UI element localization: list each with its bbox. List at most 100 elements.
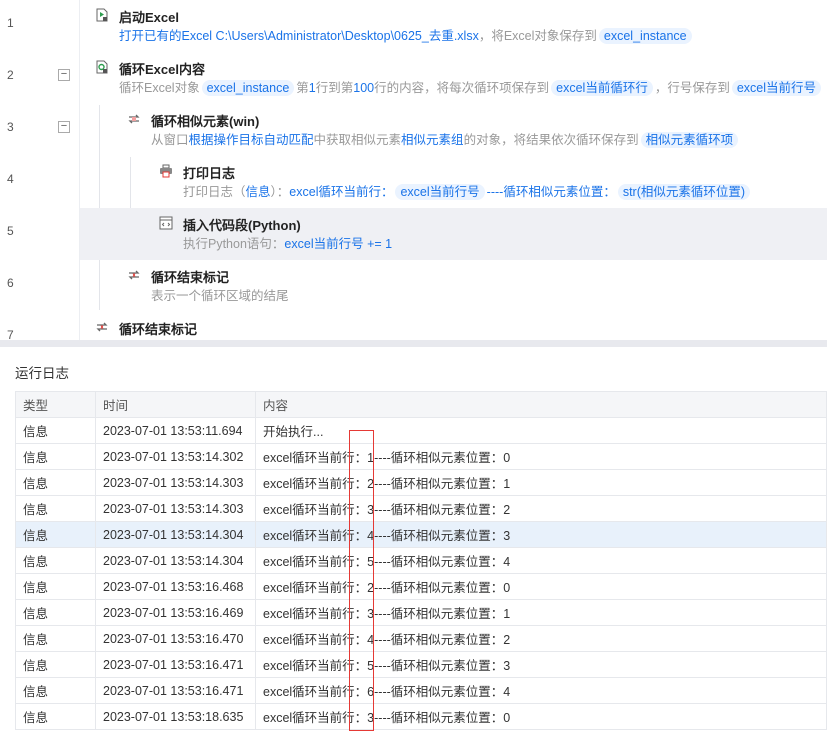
col-type[interactable]: 类型 (15, 391, 96, 418)
desc-text: 打印日志（ (183, 185, 246, 199)
desc-text: 从窗口 (151, 133, 189, 147)
param-link[interactable]: 信息 (246, 185, 271, 199)
param-link[interactable]: 根据操作目标自动匹配 (189, 133, 314, 147)
panel-splitter[interactable] (0, 340, 827, 347)
log-row[interactable]: 信息 2023-07-01 13:53:16.469 excel循环当前行：3---… (15, 599, 827, 626)
log-type: 信息 (15, 625, 96, 652)
log-row[interactable]: 信息 2023-07-01 13:53:16.470 excel循环当前行：4---… (15, 625, 827, 652)
step-description: 执行Python语句：excel当前行号 += 1 (183, 233, 392, 252)
log-time: 2023-07-01 13:53:11.694 (95, 417, 256, 444)
col-time[interactable]: 时间 (95, 391, 256, 418)
code-icon (159, 216, 173, 230)
variable-chip[interactable]: excel_instance (201, 80, 295, 96)
variable-chip[interactable]: excel当前行号 (395, 184, 485, 200)
collapse-toggle[interactable]: − (58, 121, 70, 133)
log-header-row: 类型 时间 内容 (15, 391, 827, 418)
flow-editor: − − 1 2 3 4 5 6 7 启动Excel 打开已有的Excel C:\Users\Ad… (0, 0, 827, 340)
variable-chip[interactable]: excel当前行号 (731, 80, 822, 96)
collapse-toggle[interactable]: − (58, 69, 70, 81)
log-row[interactable]: 信息 2023-07-01 13:53:14.304 excel循环当前行：5---… (15, 547, 827, 574)
log-content: excel循环当前行：2----循环相似元素位置：1 (255, 469, 827, 496)
excel-loop-icon (95, 60, 109, 74)
log-time: 2023-07-01 13:53:14.304 (95, 521, 256, 548)
desc-text: 中获取相似元素 (313, 133, 402, 147)
flow-step[interactable]: 打印日志 打印日志（信息）：excel循环当前行： excel当前行号 ----循环相… (80, 156, 827, 208)
flow-step[interactable]: 循环Excel内容 循环Excel对象 excel_instance 第1行到第100… (80, 52, 827, 104)
desc-text: 循环Excel对象 (119, 81, 200, 95)
log-row[interactable]: 信息 2023-07-01 13:53:14.304 excel循环当前行：4---… (15, 521, 827, 548)
flow-step[interactable]: 循环相似元素(win) 从窗口根据操作目标自动匹配中获取相似元素相似元素组的对象，… (80, 104, 827, 156)
flow-step[interactable]: 循环结束标记 表示一个循环区域的结尾 (80, 260, 827, 312)
param-link[interactable]: excel当前行号 += 1 (284, 237, 392, 251)
step-title: 启动Excel (119, 10, 179, 25)
step-description: 打开已有的Excel C:\Users\Administrator\Deskto… (119, 25, 694, 44)
log-content: 开始执行... (255, 417, 827, 444)
desc-text: 的对象，将结果依次循环保存到 (463, 133, 639, 147)
log-content: excel循环当前行：5----循环相似元素位置：4 (255, 547, 827, 574)
param-link[interactable]: ----循环相似元素位置： (487, 185, 616, 199)
log-row[interactable]: 信息 2023-07-01 13:53:14.303 excel循环当前行：2---… (15, 469, 827, 496)
flow-step[interactable]: 循环结束标记 (80, 312, 827, 340)
desc-text: 第 (296, 81, 309, 95)
line-number: 4 (7, 172, 14, 186)
step-title: 插入代码段(Python) (183, 218, 301, 233)
col-content[interactable]: 内容 (255, 391, 827, 418)
log-row[interactable]: 信息 2023-07-01 13:53:14.303 excel循环当前行：3---… (15, 495, 827, 522)
log-title: 运行日志 (15, 366, 69, 381)
variable-chip[interactable]: str(相似元素循环位置) (617, 184, 751, 200)
step-description: 循环Excel对象 excel_instance 第1行到第100行的内容，将每次循… (119, 77, 823, 96)
variable-chip[interactable]: excel_instance (598, 28, 692, 44)
desc-text: ，将Excel对象保存到 (478, 29, 597, 43)
param-link[interactable]: 相似元素组 (401, 133, 464, 147)
desc-text: 行到第 (315, 81, 354, 95)
log-time: 2023-07-01 13:53:14.303 (95, 495, 256, 522)
step-description: 表示一个循环区域的结尾 (151, 285, 289, 304)
desc-text: 表示一个循环区域的结尾 (151, 289, 289, 303)
log-time: 2023-07-01 13:53:14.304 (95, 547, 256, 574)
step-description: 打印日志（信息）：excel循环当前行： excel当前行号 ----循环相似元素位… (183, 181, 752, 200)
log-time: 2023-07-01 13:53:16.471 (95, 651, 256, 678)
print-log-icon (159, 164, 173, 178)
log-content: excel循环当前行：4----循环相似元素位置：3 (255, 521, 827, 548)
desc-text: 行的内容，将每次循环项保存到 (374, 81, 550, 95)
log-type: 信息 (15, 677, 96, 704)
log-content: excel循环当前行：2----循环相似元素位置：0 (255, 573, 827, 600)
log-time: 2023-07-01 13:53:16.470 (95, 625, 256, 652)
log-row[interactable]: 信息 2023-07-01 13:53:16.468 excel循环当前行：2---… (15, 573, 827, 600)
loop-similar-icon (127, 112, 141, 126)
line-number: 1 (7, 16, 14, 30)
loop-end-icon (127, 268, 141, 282)
param-link[interactable]: 1 (309, 81, 316, 95)
log-type: 信息 (15, 417, 96, 444)
param-link[interactable]: 打开已有的Excel C:\Users\Administrator\Deskto… (119, 29, 479, 43)
log-row[interactable]: 信息 2023-07-01 13:53:16.471 excel循环当前行：6---… (15, 677, 827, 704)
line-number: 3 (7, 120, 14, 134)
log-type: 信息 (15, 651, 96, 678)
desc-text: 执行Python语句： (183, 237, 285, 251)
step-title: 循环相似元素(win) (151, 114, 260, 129)
log-content: excel循环当前行：5----循环相似元素位置：3 (255, 651, 827, 678)
param-link[interactable]: excel循环当前行： (289, 185, 393, 199)
log-row[interactable]: 信息 2023-07-01 13:53:14.302 excel循环当前行：1---… (15, 443, 827, 470)
flow-step[interactable]: 启动Excel 打开已有的Excel C:\Users\Administrator… (80, 0, 827, 52)
param-link[interactable]: 100 (353, 81, 374, 95)
excel-launch-icon (95, 8, 109, 22)
variable-chip[interactable]: excel当前循环行 (551, 80, 653, 96)
log-content: excel循环当前行：6----循环相似元素位置：4 (255, 677, 827, 704)
log-time: 2023-07-01 13:53:18.635 (95, 703, 256, 730)
flow-step[interactable]: 插入代码段(Python) 执行Python语句：excel当前行号 += 1 (80, 208, 827, 260)
variable-chip[interactable]: 相似元素循环项 (640, 132, 739, 148)
log-time: 2023-07-01 13:53:14.303 (95, 469, 256, 496)
log-content: excel循环当前行：3----循环相似元素位置：0 (255, 703, 827, 730)
log-table: 类型 时间 内容 信息 2023-07-01 13:53:11.694 开始执行..… (15, 391, 827, 730)
log-content: excel循环当前行：3----循环相似元素位置：2 (255, 495, 827, 522)
line-number: 7 (7, 328, 14, 340)
step-description: 从窗口根据操作目标自动匹配中获取相似元素相似元素组的对象，将结果依次循环保存到相… (151, 129, 740, 148)
log-type: 信息 (15, 599, 96, 626)
log-row[interactable]: 信息 2023-07-01 13:53:16.471 excel循环当前行：5---… (15, 651, 827, 678)
log-row[interactable]: 信息 2023-07-01 13:53:18.635 excel循环当前行：3---… (15, 703, 827, 730)
log-type: 信息 (15, 521, 96, 548)
log-row[interactable]: 信息 2023-07-01 13:53:11.694 开始执行... (15, 417, 827, 444)
log-type: 信息 (15, 547, 96, 574)
loop-end-icon (95, 320, 109, 334)
